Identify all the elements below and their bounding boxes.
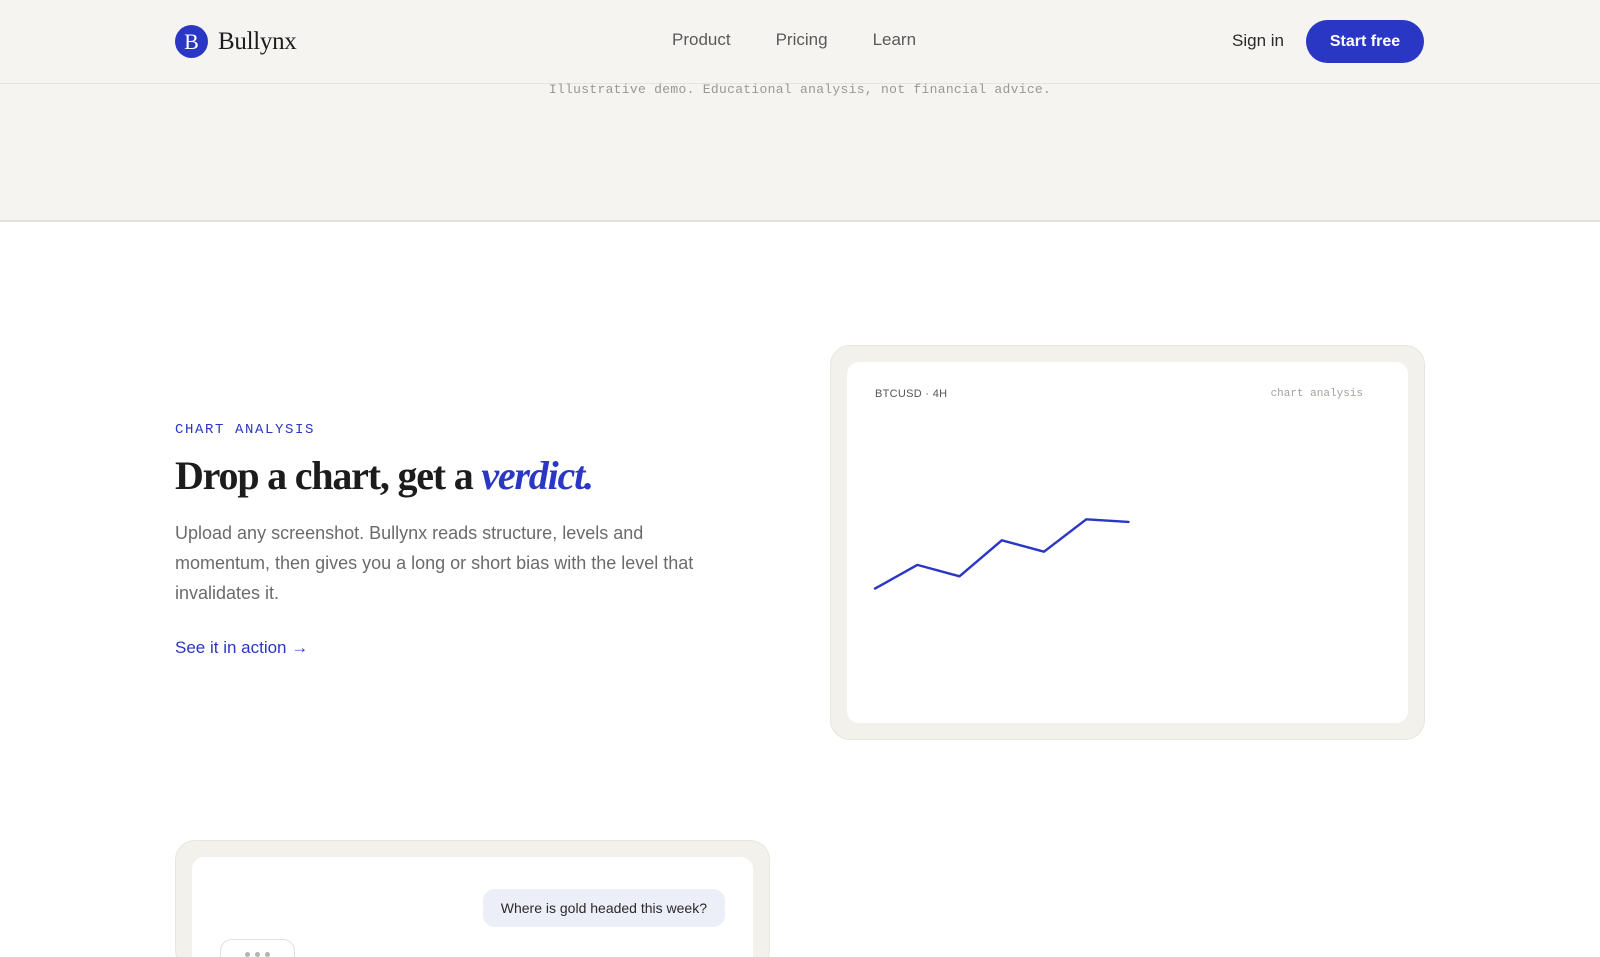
disclaimer-text: Illustrative demo. Educational analysis,… <box>548 82 1052 97</box>
chart-panel: BTCUSD · 4H chart analysis <box>847 362 1408 723</box>
brand-name: Bullynx <box>218 27 297 55</box>
nav-link-product[interactable]: Product <box>672 30 731 50</box>
price-chart <box>873 518 1130 590</box>
brand-logo[interactable]: B Bullynx <box>175 25 297 58</box>
see-it-in-action-link[interactable]: See it in action → <box>175 638 308 658</box>
section-body: Upload any screenshot. Bullynx reads str… <box>175 523 694 603</box>
logo-mark-icon: B <box>175 25 208 58</box>
nav-link-learn[interactable]: Learn <box>873 30 916 50</box>
typing-dot <box>245 951 250 957</box>
chart-analysis-card: BTCUSD · 4H chart analysis <box>830 345 1425 740</box>
sign-in-link[interactable]: Sign in <box>1232 31 1284 51</box>
chat-panel: Where is gold headed this week? <box>192 857 753 957</box>
section-eyebrow: CHART ANALYSIS <box>175 422 316 438</box>
headline-plain: Drop a chart, get a <box>175 453 474 498</box>
typing-dot <box>265 951 270 957</box>
top-navbar: B Bullynx Product Pricing Learn Sign in … <box>0 0 1600 84</box>
chat-demo-card: Where is gold headed this week? <box>175 840 770 957</box>
typing-dot <box>255 951 260 957</box>
user-message-bubble: Where is gold headed this week? <box>482 889 725 927</box>
nav-link-pricing[interactable]: Pricing <box>776 30 828 50</box>
start-free-button[interactable]: Start free <box>1306 20 1424 63</box>
typing-indicator <box>220 939 295 957</box>
main-nav: Product Pricing Learn <box>672 30 916 50</box>
price-line-series <box>873 518 1130 590</box>
section-headline: Drop a chart, get a verdict. <box>175 452 594 499</box>
headline-accent: verdict. <box>481 453 594 498</box>
